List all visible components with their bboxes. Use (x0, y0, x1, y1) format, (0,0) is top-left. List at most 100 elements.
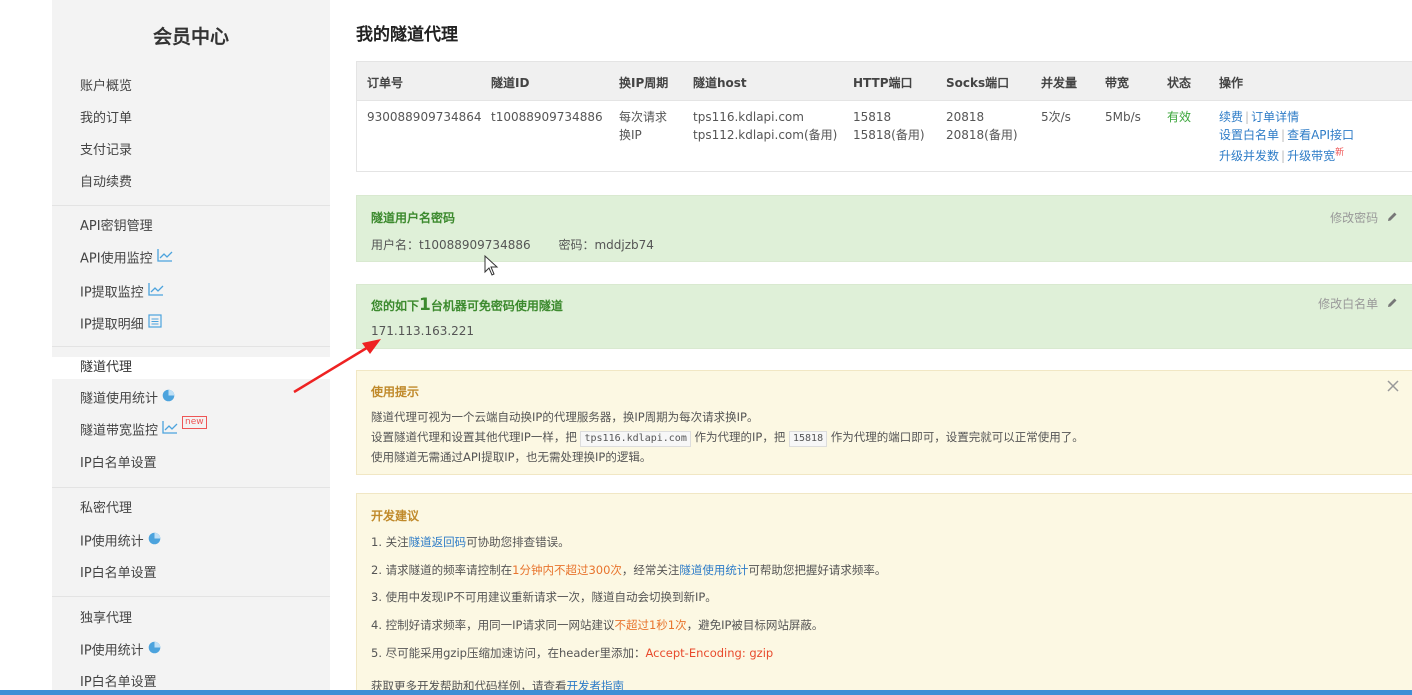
renew-link[interactable]: 续费 (1219, 110, 1243, 124)
sidebar-item-tunnel-proxy[interactable]: 隧道代理 (52, 357, 330, 379)
sidebar-item-account-overview[interactable]: 账户概览 (80, 76, 132, 98)
line-chart-icon (148, 282, 164, 304)
view-api-link[interactable]: 查看API接口 (1287, 128, 1354, 142)
password-value: mddjzb74 (594, 238, 654, 252)
whitelist-title-prefix: 您的如下 (371, 299, 420, 313)
sidebar-divider (52, 487, 330, 488)
actions-line1: 续费 | 订单详情 (1219, 109, 1299, 126)
upgrade-bandwidth-link[interactable]: 升级带宽 (1287, 149, 1335, 163)
tunnel-usage-stats-link[interactable]: 隧道使用统计 (679, 563, 748, 577)
pencil-icon (1386, 297, 1398, 312)
tips-line2: 设置隧道代理和设置其他代理IP一样，把 tps116.kdlapi.com 作为… (371, 429, 1084, 447)
pie-chart-icon (162, 388, 175, 410)
tips-line3: 使用隧道无需通过API提取IP，也无需处理换IP的逻辑。 (371, 450, 652, 464)
edit-password-button[interactable]: 修改密码 (1330, 209, 1398, 226)
password-label: 密码： (558, 238, 595, 252)
actions-line3: 升级并发数 | 升级带宽新 (1219, 145, 1344, 165)
tunnel-return-code-link[interactable]: 隧道返回码 (409, 535, 467, 549)
socks-port: 20818 (946, 110, 985, 124)
edit-whitelist-button[interactable]: 修改白名单 (1318, 295, 1398, 312)
sidebar-item-api-keys[interactable]: API密钥管理 (80, 216, 153, 238)
sidebar-item-dedicated-ip-stats[interactable]: IP使用统计 (80, 640, 161, 662)
bottom-progress-bar (0, 690, 1412, 695)
edit-password-label: 修改密码 (1330, 211, 1379, 225)
new-badge: new (182, 416, 207, 429)
tips-text: 作为代理的IP，把 (694, 430, 786, 444)
line-chart-icon (156, 248, 173, 270)
port-code: 15818 (788, 431, 828, 447)
col-socks-port: Socks端口 (946, 76, 1010, 90)
status-badge: 有效 (1167, 110, 1192, 124)
dev-line4: 4. 控制好请求频率，用同一IP请求同一网站建议不超过1秒1次，避免IP被目标网… (371, 617, 823, 633)
tips-text: 设置隧道代理和设置其他代理IP一样，把 (371, 430, 577, 444)
dev-line3: 3. 使用中发现IP不可用建议重新请求一次，隧道自动会切换到新IP。 (371, 590, 717, 604)
dev-highlight: Accept-Encoding: gzip (645, 646, 774, 660)
sidebar-item-my-orders[interactable]: 我的订单 (80, 108, 132, 130)
order-number: 930088909734864 (367, 110, 482, 124)
pencil-icon (1386, 211, 1398, 226)
dev-line2: 2. 请求隧道的频率请控制在1分钟内不超过300次，经常关注隧道使用统计可帮助您… (371, 562, 886, 578)
pie-chart-icon (148, 640, 161, 662)
sidebar-item-api-monitor[interactable]: API使用监控 (80, 248, 173, 270)
dev-text: 1. 关注 (371, 535, 409, 549)
sidebar-item-dedicated-proxy[interactable]: 独享代理 (80, 608, 132, 630)
tunnel-host: tps116.kdlapi.com (693, 110, 804, 124)
whitelist-ip: 171.113.163.221 (371, 324, 475, 338)
sidebar-item-tunnel-usage-stats[interactable]: 隧道使用统计 (80, 388, 175, 410)
col-tunnel-id: 隧道ID (491, 76, 530, 90)
dev-suggestions-panel: 开发建议 1. 关注隧道返回码可协助您排查错误。 2. 请求隧道的频率请控制在1… (356, 493, 1412, 695)
dev-line5: 5. 尽可能采用gzip压缩加速访问，在header里添加：Accept-Enc… (371, 645, 773, 661)
sidebar-item-tunnel-whitelist[interactable]: IP白名单设置 (80, 453, 157, 475)
left-gutter (0, 0, 52, 695)
username-label: 用户名： (371, 238, 420, 252)
dev-text: 4. 控制好请求频率，用同一IP请求同一网站建议 (371, 618, 615, 632)
order-detail-link[interactable]: 订单详情 (1251, 110, 1299, 124)
sidebar-item-private-proxy[interactable]: 私密代理 (80, 498, 132, 520)
sidebar-divider (52, 596, 330, 597)
sidebar-item-label: IP提取监控 (80, 285, 144, 301)
sidebar-item-auto-renew[interactable]: 自动续费 (80, 172, 132, 194)
host-code: tps116.kdlapi.com (580, 431, 691, 447)
set-whitelist-link[interactable]: 设置白名单 (1219, 128, 1279, 142)
http-port-backup: 15818(备用) (853, 128, 925, 142)
sidebar-item-label: API使用监控 (80, 251, 153, 267)
http-port: 15818 (853, 110, 892, 124)
cycle-line2: 换IP (619, 128, 642, 142)
col-bandwidth: 带宽 (1105, 76, 1130, 90)
cycle-line1: 每次请求 (619, 110, 668, 124)
sidebar-item-label: IP使用统计 (80, 643, 144, 659)
sidebar-item-private-whitelist[interactable]: IP白名单设置 (80, 563, 157, 585)
dev-text: ，经常关注 (621, 563, 680, 577)
divider: | (1281, 149, 1286, 163)
col-concurrency: 并发量 (1041, 76, 1078, 90)
sidebar-title: 会员中心 (152, 26, 229, 48)
dev-highlight: 不超过1秒1次 (614, 618, 687, 632)
tips-line1: 隧道代理可视为一个云端自动换IP的代理服务器，换IP周期为每次请求换IP。 (371, 410, 759, 424)
col-cycle: 换IP周期 (619, 76, 669, 90)
sidebar-item-tunnel-bandwidth[interactable]: 隧道带宽监控 new (80, 416, 207, 442)
sidebar-item-ip-extract-monitor[interactable]: IP提取监控 (80, 282, 164, 304)
tips-text: 作为代理的端口即可，设置完就可以正常使用了。 (830, 430, 1084, 444)
col-status: 状态 (1167, 76, 1192, 90)
dev-text: 可帮助您把握好请求频率。 (748, 563, 887, 577)
col-actions: 操作 (1219, 76, 1244, 90)
tips-title: 使用提示 (371, 385, 420, 399)
usage-tips-panel: 使用提示 隧道代理可视为一个云端自动换IP的代理服务器，换IP周期为每次请求换I… (356, 370, 1412, 475)
pie-chart-icon (148, 531, 161, 553)
sidebar-divider (52, 205, 330, 206)
col-order: 订单号 (367, 76, 404, 90)
tunnel-host-backup: tps112.kdlapi.com(备用) (693, 128, 838, 142)
divider: | (1281, 128, 1286, 142)
col-host: 隧道host (693, 76, 747, 90)
bandwidth: 5Mb/s (1105, 110, 1141, 124)
page-title: 我的隧道代理 (356, 25, 458, 45)
credentials-title: 隧道用户名密码 (371, 211, 456, 225)
sidebar-item-label: IP使用统计 (80, 534, 144, 550)
close-icon[interactable] (1386, 379, 1400, 396)
sidebar-item-payments[interactable]: 支付记录 (80, 140, 132, 162)
sidebar-item-private-ip-stats[interactable]: IP使用统计 (80, 531, 161, 553)
sidebar-divider (52, 346, 330, 347)
sidebar-item-ip-extract-detail[interactable]: IP提取明细 (80, 314, 162, 336)
upgrade-concurrency-link[interactable]: 升级并发数 (1219, 149, 1279, 163)
edit-whitelist-label: 修改白名单 (1318, 297, 1379, 311)
